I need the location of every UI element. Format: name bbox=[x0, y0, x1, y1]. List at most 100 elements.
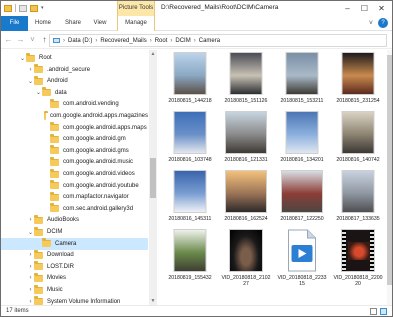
tree-item-com-google-android-gm[interactable]: com.google.android.gm bbox=[1, 133, 148, 145]
chevron-down-icon[interactable]: ⌄ bbox=[27, 229, 34, 236]
folder-icon bbox=[34, 261, 43, 271]
file-item[interactable]: VID_20180818_220020 bbox=[333, 229, 383, 287]
new-folder-icon[interactable] bbox=[30, 4, 38, 12]
address-bar[interactable]: › Data (D:) › Recovered_Mails › Root › D… bbox=[49, 34, 387, 47]
forward-arrow-icon[interactable]: → bbox=[16, 34, 25, 46]
tree-item-com-google-android-videos[interactable]: com.google.android.videos bbox=[1, 168, 148, 180]
chevron-down-icon[interactable]: ⌄ bbox=[19, 55, 26, 62]
chevron-down-icon[interactable]: ⌄ bbox=[27, 78, 34, 85]
breadcrumb-root[interactable]: Root bbox=[155, 38, 168, 44]
file-item[interactable]: VID_20180818_223315 bbox=[277, 229, 327, 287]
folder-icon bbox=[26, 52, 35, 62]
file-item[interactable]: 20180815_144218 bbox=[165, 52, 215, 110]
folder-icon bbox=[34, 214, 43, 224]
chevron-right-icon[interactable]: › bbox=[27, 252, 34, 258]
tree-item-com-android-vending[interactable]: com.android.vending bbox=[1, 98, 148, 110]
tree-item-music[interactable]: › Music bbox=[1, 284, 148, 296]
folder-icon bbox=[42, 238, 51, 248]
tree-item-com-google-android-gms[interactable]: com.google.android.gms bbox=[1, 145, 148, 157]
tree-item-label: DCIM bbox=[47, 229, 63, 235]
tree-item-com-google-android-apps-magazines[interactable]: com.google.android.apps.magazines bbox=[1, 110, 148, 122]
tree-item-label: com.android.vending bbox=[63, 101, 119, 108]
expand-ribbon-icon[interactable]: ˅ bbox=[369, 18, 373, 29]
file-item[interactable]: 20180819_155432 bbox=[165, 229, 215, 287]
properties-icon[interactable] bbox=[19, 4, 27, 12]
file-item[interactable]: 20180817_133635 bbox=[333, 170, 383, 228]
help-icon[interactable]: ? bbox=[378, 18, 388, 28]
breadcrumb-dcim[interactable]: DCIM bbox=[175, 38, 190, 44]
file-item[interactable]: 20180816_145311 bbox=[165, 170, 215, 228]
tab-file[interactable]: File bbox=[1, 16, 28, 31]
image-thumbnail bbox=[173, 229, 207, 272]
tree-item-label: com.google.android.apps.maps bbox=[63, 124, 147, 131]
image-thumbnail bbox=[225, 170, 267, 213]
file-item[interactable]: 20180815_231254 bbox=[333, 52, 383, 110]
file-item[interactable]: 20180816_162524 bbox=[221, 170, 271, 228]
view-switcher bbox=[370, 308, 387, 315]
image-thumbnail bbox=[173, 52, 207, 95]
minimize-button[interactable]: – bbox=[339, 1, 356, 16]
breadcrumb-drive[interactable]: Data (D:) bbox=[68, 38, 92, 44]
tree-item-camera[interactable]: Camera bbox=[1, 237, 148, 250]
details-view-icon[interactable] bbox=[370, 308, 377, 315]
breadcrumb-camera[interactable]: Camera bbox=[199, 38, 220, 44]
tree-item-label: com.google.android.gm bbox=[63, 136, 126, 143]
file-name: 20180817_122250 bbox=[280, 216, 324, 222]
tab-manage[interactable]: Manage bbox=[117, 16, 155, 31]
image-thumbnail bbox=[285, 111, 319, 154]
tree-item-root[interactable]: ⌄ Root bbox=[1, 52, 148, 64]
tree-item-movies[interactable]: › Movies bbox=[1, 272, 148, 284]
image-thumbnail bbox=[225, 111, 267, 154]
chevron-right-icon[interactable]: › bbox=[27, 67, 34, 73]
scroll-up-icon[interactable]: ▲ bbox=[149, 50, 157, 58]
tree-item-audiobooks[interactable]: › AudioBooks bbox=[1, 214, 148, 226]
tree-item-com-google-android-music[interactable]: com.google.android.music bbox=[1, 156, 148, 168]
maximize-button[interactable]: ☐ bbox=[356, 1, 373, 16]
file-item[interactable]: 20180816_121331 bbox=[221, 111, 271, 169]
video-thumbnail bbox=[229, 229, 263, 272]
file-item[interactable]: 20180816_140742 bbox=[333, 111, 383, 169]
file-item[interactable]: 20180817_122250 bbox=[277, 170, 327, 228]
tab-home[interactable]: Home bbox=[31, 16, 55, 31]
file-item[interactable]: 20180815_153211 bbox=[277, 52, 327, 110]
tree-item-com-mapfactor-navigator[interactable]: com.mapfactor.navigator bbox=[1, 191, 148, 203]
folder-icon bbox=[34, 64, 43, 74]
breadcrumb-recovered-mails[interactable]: Recovered_Mails bbox=[100, 38, 146, 44]
large-icons-view-icon[interactable] bbox=[380, 308, 387, 315]
close-button[interactable]: ✕ bbox=[373, 1, 390, 16]
scrollbar-thumb[interactable] bbox=[150, 158, 156, 198]
back-arrow-icon[interactable]: ← bbox=[4, 34, 13, 46]
file-item[interactable]: VID_20180818_210227 bbox=[221, 229, 271, 287]
navigation-pane-scrollbar[interactable]: ▲ ▼ bbox=[149, 50, 157, 305]
folder-icon bbox=[50, 156, 59, 166]
tree-item-com-google-android-youtube[interactable]: com.google.android.youtube bbox=[1, 180, 148, 192]
chevron-right-icon[interactable]: › bbox=[27, 264, 34, 270]
tree-item-lost-dir[interactable]: › LOST.DIR bbox=[1, 261, 148, 273]
customize-qat-icon[interactable]: ▾ bbox=[41, 5, 44, 11]
scroll-down-icon[interactable]: ▼ bbox=[149, 297, 157, 305]
content-scrollbar[interactable] bbox=[387, 50, 392, 305]
file-item[interactable]: 20180816_134201 bbox=[277, 111, 327, 169]
tab-share[interactable]: Share bbox=[61, 16, 85, 31]
tree-item-com-google-android-apps-maps[interactable]: com.google.android.apps.maps bbox=[1, 122, 148, 134]
file-item[interactable]: 20180816_103748 bbox=[165, 111, 215, 169]
image-thumbnail bbox=[341, 111, 375, 154]
chevron-right-icon[interactable]: › bbox=[27, 299, 34, 305]
tree-item-com-sec-android-gallery3d[interactable]: com.sec.android.gallery3d bbox=[1, 203, 148, 215]
quick-access-toolbar: ▾ bbox=[4, 4, 44, 12]
file-item[interactable]: 20180815_151126 bbox=[221, 52, 271, 110]
up-arrow-icon[interactable]: ↑ bbox=[40, 34, 49, 46]
tab-view[interactable]: View bbox=[90, 16, 110, 31]
tree-item-android-secure[interactable]: › .android_secure bbox=[1, 64, 148, 76]
tree-item-data[interactable]: ⌄ data bbox=[1, 87, 148, 99]
chevron-right-icon[interactable]: › bbox=[27, 217, 34, 223]
file-name: VID_20180818_223315 bbox=[277, 275, 327, 287]
tree-item-dcim[interactable]: ⌄ DCIM bbox=[1, 226, 148, 238]
recent-locations-icon[interactable]: ˅ bbox=[28, 34, 37, 46]
chevron-right-icon[interactable]: › bbox=[27, 275, 34, 281]
chevron-down-icon[interactable]: ⌄ bbox=[35, 89, 42, 96]
scrollbar-thumb[interactable] bbox=[387, 55, 392, 285]
tree-item-download[interactable]: › Download bbox=[1, 249, 148, 261]
tree-item-android[interactable]: ⌄ Android bbox=[1, 75, 148, 87]
chevron-right-icon[interactable]: › bbox=[27, 287, 34, 293]
